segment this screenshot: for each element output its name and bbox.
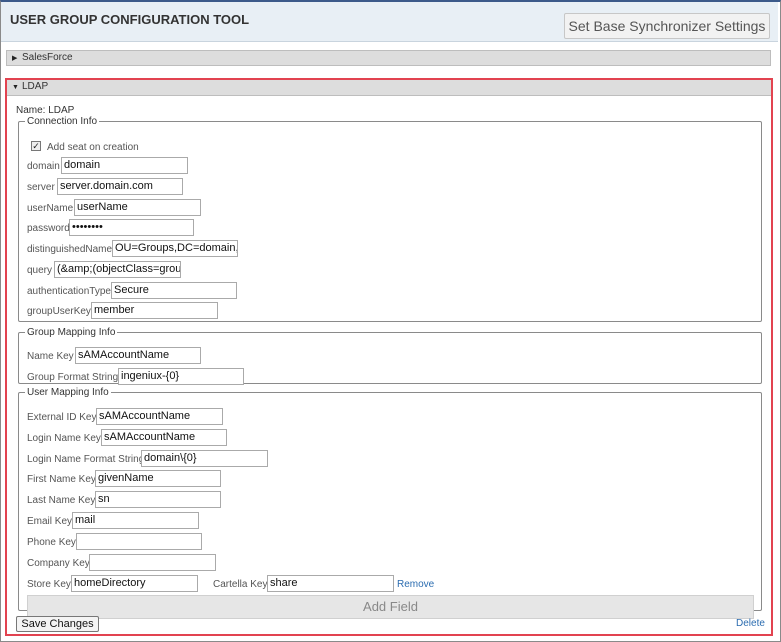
store-key-label: Store Key	[27, 579, 71, 590]
distinguished-name-label: distinguishedName	[27, 244, 113, 255]
domain-label: domain	[27, 161, 60, 172]
group-format-string-input[interactable]: ingeniux-{0}	[118, 368, 244, 385]
salesforce-section-label: SalesForce	[22, 52, 73, 63]
save-changes-button[interactable]: Save Changes	[16, 616, 99, 632]
server-input[interactable]: server.domain.com	[57, 178, 183, 195]
connection-info-group: Connection Info ✓ Add seat on creation d…	[18, 116, 762, 322]
group-mapping-info-group: Group Mapping Info Name Key sAMAccountNa…	[18, 327, 762, 385]
company-key-input[interactable]	[89, 554, 216, 571]
login-name-format-string-label: Login Name Format String	[27, 454, 145, 465]
last-name-key-input[interactable]: sn	[95, 491, 221, 508]
email-key-input[interactable]: mail	[72, 512, 199, 529]
external-id-key-label: External ID Key	[27, 412, 97, 423]
group-user-key-input[interactable]: member	[91, 302, 218, 319]
ldap-section-label: LDAP	[22, 81, 49, 92]
login-name-key-input[interactable]: sAMAccountName	[101, 429, 227, 446]
first-name-key-input[interactable]: givenName	[95, 470, 221, 487]
user-mapping-info-group: User Mapping Info External ID Key sAMAcc…	[18, 387, 762, 619]
company-key-label: Company Key	[27, 558, 90, 569]
cartella-key-label: Cartella Key	[213, 579, 268, 590]
username-input[interactable]: userName	[74, 199, 201, 216]
remove-field-link[interactable]: Remove	[397, 579, 434, 590]
ldap-section-header[interactable]: ▼ LDAP	[7, 80, 771, 96]
password-label: password	[27, 223, 70, 234]
query-input[interactable]: (&amp;(objectClass=group	[54, 261, 181, 278]
authentication-type-label: authenticationType	[27, 286, 111, 297]
external-id-key-input[interactable]: sAMAccountName	[96, 408, 223, 425]
query-label: query	[27, 265, 53, 276]
email-key-label: Email Key	[27, 516, 73, 527]
group-user-key-label: groupUserKey	[27, 306, 91, 317]
set-base-synchronizer-settings-button[interactable]: Set Base Synchronizer Settings	[564, 13, 770, 39]
store-key-input[interactable]: homeDirectory	[71, 575, 198, 592]
cartella-key-input[interactable]: share	[267, 575, 394, 592]
password-input[interactable]: ••••••••	[69, 219, 194, 236]
domain-input[interactable]: domain	[61, 157, 188, 174]
delete-link[interactable]: Delete	[736, 618, 765, 629]
server-label: server	[27, 182, 55, 193]
phone-key-input[interactable]	[76, 533, 202, 550]
distinguished-name-input[interactable]: OU=Groups,DC=domain,D	[112, 240, 238, 257]
last-name-key-label: Last Name Key	[27, 495, 96, 506]
username-label: userName	[27, 203, 74, 214]
connection-info-legend: Connection Info	[27, 116, 98, 127]
group-format-string-label: Group Format String	[27, 372, 119, 383]
group-mapping-info-legend: Group Mapping Info	[27, 327, 116, 338]
app-title: USER GROUP CONFIGURATION TOOL	[10, 12, 250, 27]
add-field-button[interactable]: Add Field	[27, 595, 754, 619]
salesforce-section-header[interactable]: ▶ SalesForce	[6, 50, 771, 66]
add-seat-checkbox[interactable]: ✓	[31, 141, 41, 151]
phone-key-label: Phone Key	[27, 537, 76, 548]
login-name-key-label: Login Name Key	[27, 433, 101, 444]
authentication-type-input[interactable]: Secure	[111, 282, 237, 299]
login-name-format-string-input[interactable]: domain\{0}	[141, 450, 268, 467]
header: USER GROUP CONFIGURATION TOOL Set Base S…	[1, 2, 778, 42]
ldap-section: ▼ LDAP Name: LDAP Connection Info ✓ Add s…	[5, 78, 773, 636]
first-name-key-label: First Name Key	[27, 474, 96, 485]
user-mapping-info-legend: User Mapping Info	[27, 387, 109, 398]
add-seat-label: Add seat on creation	[47, 142, 139, 153]
caret-right-icon: ▶	[12, 55, 18, 62]
name-key-label: Name Key	[27, 351, 74, 362]
caret-down-icon: ▼	[12, 84, 19, 91]
ldap-name-text: Name: LDAP	[16, 105, 75, 116]
name-key-input[interactable]: sAMAccountName	[75, 347, 201, 364]
